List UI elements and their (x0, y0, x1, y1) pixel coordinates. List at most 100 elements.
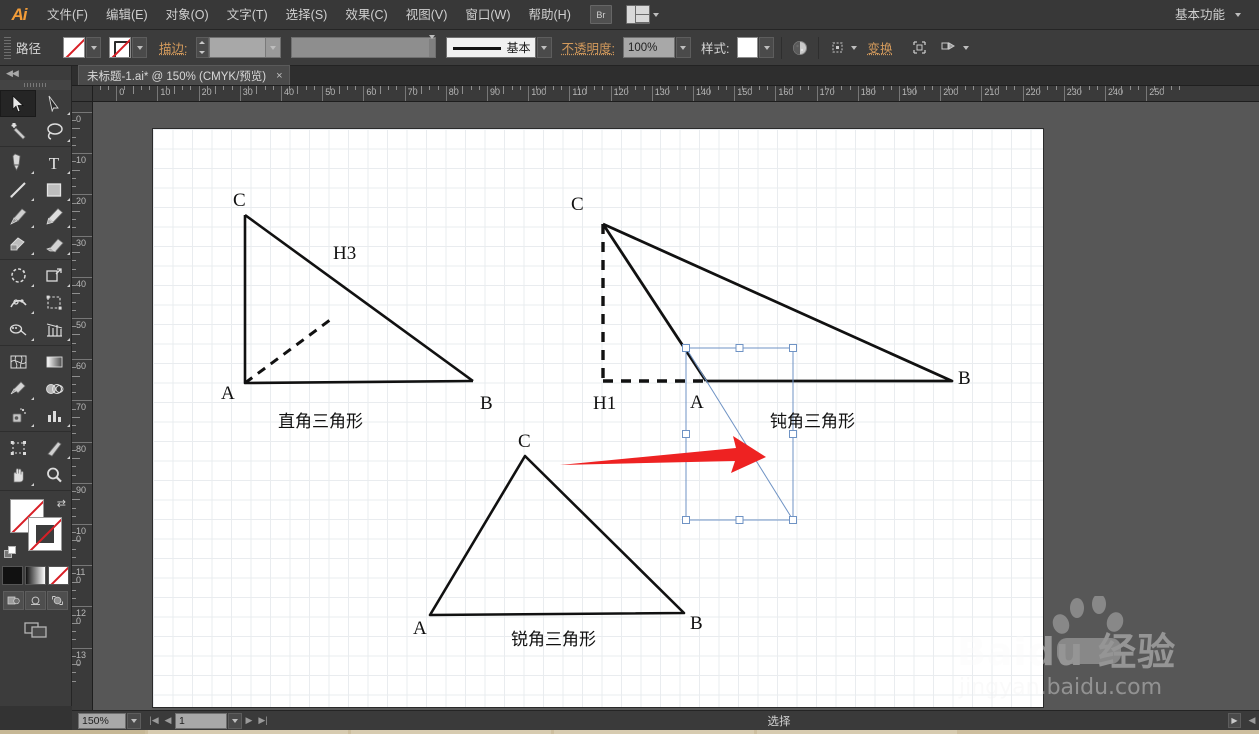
fill-chevron-down-icon[interactable] (86, 37, 102, 58)
menu-window[interactable]: 窗口(W) (456, 0, 519, 30)
tool-rectangle[interactable] (36, 176, 72, 203)
tool-direct-selection[interactable] (36, 90, 72, 117)
bridge-icon[interactable]: Br (589, 5, 612, 24)
none-mode-button[interactable] (48, 566, 69, 585)
taskbar-item-2[interactable] (351, 730, 551, 734)
align-icon[interactable] (826, 37, 848, 59)
tool-magic-wand[interactable] (0, 117, 36, 144)
menu-select[interactable]: 选择(S) (277, 0, 337, 30)
ruler-minor-tick (248, 86, 250, 90)
graphic-style-swatch[interactable] (737, 37, 759, 58)
stroke-weight-chevron-down-icon[interactable] (264, 38, 280, 57)
taskbar-item-1[interactable] (148, 730, 348, 734)
tool-hand[interactable] (0, 461, 36, 488)
align-chevron-down-icon[interactable] (851, 45, 858, 50)
stroke-swatch[interactable] (109, 37, 132, 58)
tool-lasso[interactable] (36, 117, 72, 144)
shape-builder-icon[interactable] (908, 37, 930, 59)
swap-fill-stroke-icon[interactable]: ⇄ (57, 497, 66, 510)
zoom-level-input[interactable]: 150% (78, 712, 126, 729)
stroke-color-box[interactable] (28, 517, 62, 551)
ruler-corner[interactable] (72, 86, 93, 102)
page-number-input[interactable]: 1 (175, 712, 227, 729)
style-chevron-down-icon[interactable] (759, 37, 775, 58)
tool-scale[interactable] (36, 262, 72, 289)
tool-column-graph[interactable] (36, 402, 72, 429)
tools-collapse-icon[interactable]: ◀◀ (0, 66, 71, 80)
taskbar-item-3[interactable] (554, 730, 754, 734)
tool-perspective-grid[interactable] (36, 316, 72, 343)
close-icon[interactable]: × (276, 70, 282, 82)
stroke-weight-input[interactable] (208, 37, 281, 58)
color-mode-button[interactable] (2, 566, 23, 585)
menu-file[interactable]: 文件(F) (38, 0, 97, 30)
tool-line-segment[interactable] (0, 176, 36, 203)
menu-view[interactable]: 视图(V) (397, 0, 457, 30)
tool-gradient[interactable] (36, 348, 72, 375)
tool-eyedropper[interactable] (0, 375, 36, 402)
tool-artboard[interactable] (0, 434, 36, 461)
stroke-chevron-down-icon[interactable] (132, 37, 148, 58)
transform-label[interactable]: 变换 (867, 38, 892, 57)
tool-eraser[interactable] (36, 230, 72, 257)
variable-width-profile-select[interactable] (290, 34, 436, 58)
tool-slice[interactable] (36, 434, 72, 461)
profile-chevron-down-icon[interactable] (428, 34, 435, 57)
scroll-left-icon[interactable]: ◀ (1245, 713, 1259, 729)
stroke-weight-stepper[interactable] (195, 37, 209, 58)
taskbar-item-4[interactable] (757, 730, 957, 734)
arrange-documents-icon[interactable] (625, 5, 650, 24)
opacity-input[interactable]: 100% (622, 37, 675, 58)
tool-free-transform[interactable] (36, 289, 72, 316)
workspace-chevron-down-icon[interactable] (1235, 13, 1241, 17)
tool-blend[interactable] (36, 375, 72, 402)
menu-edit[interactable]: 编辑(E) (97, 0, 157, 30)
screen-mode-button[interactable] (0, 620, 71, 640)
status-menu-icon[interactable]: ▶ (1228, 713, 1241, 728)
tool-pencil[interactable] (36, 203, 72, 230)
isolate-group-icon[interactable] (938, 37, 960, 59)
document-tab[interactable]: 未标题-1.ai* @ 150% (CMYK/预览) × (78, 65, 290, 85)
draw-behind-icon[interactable] (25, 591, 46, 610)
workspace-switcher[interactable]: 基本功能 (1175, 0, 1225, 30)
canvas-area[interactable]: C A B H3 直角三角形 C A B H1 钝角三角形 C A B 锐角三角… (93, 102, 1259, 710)
page-chevron-down-icon[interactable] (228, 712, 242, 729)
menu-type[interactable]: 文字(T) (218, 0, 277, 30)
fill-swatch[interactable] (63, 37, 86, 58)
vertical-ruler[interactable]: 0 10 20 30 40 50 60 70 80 90 100 110 120 130 (72, 102, 93, 710)
brush-definition-select[interactable]: 基本 (445, 37, 536, 58)
next-page-icon[interactable]: ▶ (242, 713, 256, 729)
tool-pen[interactable] (0, 149, 36, 176)
opacity-mask-icon[interactable] (789, 37, 811, 59)
tool-paintbrush[interactable] (0, 203, 36, 230)
tool-shape-builder[interactable] (0, 316, 36, 343)
tool-blob-brush[interactable] (0, 230, 36, 257)
tool-width[interactable] (0, 289, 36, 316)
taskbar-start[interactable] (0, 730, 145, 734)
tool-symbol-sprayer[interactable] (0, 402, 36, 429)
gradient-mode-button[interactable] (25, 566, 46, 585)
tool-mesh[interactable] (0, 348, 36, 375)
tool-zoom[interactable] (36, 461, 72, 488)
menu-effect[interactable]: 效果(C) (336, 0, 396, 30)
artboard[interactable]: C A B H3 直角三角形 C A B H1 钝角三角形 C A B 锐角三角… (152, 128, 1044, 708)
zoom-chevron-down-icon[interactable] (127, 712, 141, 729)
isolate-chevron-down-icon[interactable] (963, 45, 970, 50)
control-bar-grip[interactable] (4, 36, 11, 59)
menu-help[interactable]: 帮助(H) (520, 0, 580, 30)
draw-inside-icon[interactable] (47, 591, 68, 610)
last-page-icon[interactable]: ▶| (256, 713, 270, 729)
previous-page-icon[interactable]: ◀ (161, 713, 175, 729)
draw-normal-icon[interactable] (3, 591, 24, 610)
menu-object[interactable]: 对象(O) (157, 0, 218, 30)
horizontal-ruler[interactable]: 1001020304050607080901001101201301401501… (93, 86, 1259, 102)
arrange-chevron-down-icon[interactable] (652, 12, 659, 17)
tool-type[interactable]: T (36, 149, 72, 176)
tool-rotate[interactable] (0, 262, 36, 289)
brush-chevron-down-icon[interactable] (536, 37, 552, 58)
default-fill-stroke-icon[interactable] (4, 546, 17, 559)
opacity-chevron-down-icon[interactable] (675, 37, 691, 58)
first-page-icon[interactable]: |◀ (147, 713, 161, 729)
tool-selection[interactable] (0, 90, 36, 117)
tools-panel-grip[interactable] (0, 80, 71, 90)
